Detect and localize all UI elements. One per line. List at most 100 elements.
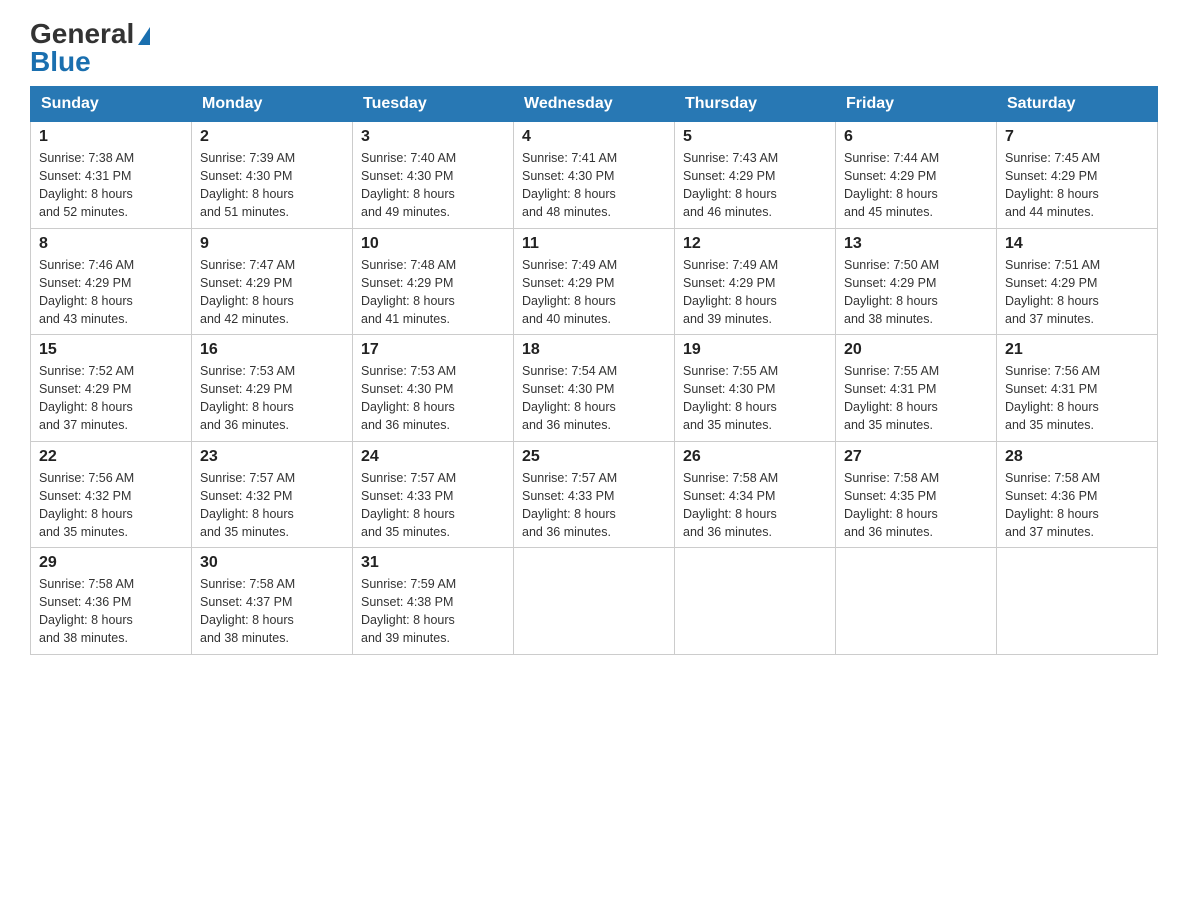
calendar-cell [997,548,1158,655]
day-number: 20 [844,341,988,359]
calendar-cell: 21 Sunrise: 7:56 AMSunset: 4:31 PMDaylig… [997,335,1158,442]
day-number: 12 [683,235,827,253]
calendar-cell: 2 Sunrise: 7:39 AMSunset: 4:30 PMDayligh… [192,122,353,229]
day-info: Sunrise: 7:56 AMSunset: 4:32 PMDaylight:… [39,471,134,539]
day-number: 8 [39,235,183,253]
calendar-cell: 20 Sunrise: 7:55 AMSunset: 4:31 PMDaylig… [836,335,997,442]
weekday-header-saturday: Saturday [997,87,1158,122]
calendar-cell: 3 Sunrise: 7:40 AMSunset: 4:30 PMDayligh… [353,122,514,229]
day-number: 10 [361,235,505,253]
day-number: 13 [844,235,988,253]
calendar-cell: 13 Sunrise: 7:50 AMSunset: 4:29 PMDaylig… [836,228,997,335]
calendar-cell: 31 Sunrise: 7:59 AMSunset: 4:38 PMDaylig… [353,548,514,655]
logo-blue-text: Blue [30,48,91,76]
calendar-cell: 16 Sunrise: 7:53 AMSunset: 4:29 PMDaylig… [192,335,353,442]
day-info: Sunrise: 7:57 AMSunset: 4:32 PMDaylight:… [200,471,295,539]
calendar-cell: 26 Sunrise: 7:58 AMSunset: 4:34 PMDaylig… [675,441,836,548]
day-number: 3 [361,128,505,146]
week-row-4: 22 Sunrise: 7:56 AMSunset: 4:32 PMDaylig… [31,441,1158,548]
day-info: Sunrise: 7:55 AMSunset: 4:30 PMDaylight:… [683,364,778,432]
week-row-5: 29 Sunrise: 7:58 AMSunset: 4:36 PMDaylig… [31,548,1158,655]
day-info: Sunrise: 7:50 AMSunset: 4:29 PMDaylight:… [844,258,939,326]
calendar-cell [514,548,675,655]
day-number: 26 [683,448,827,466]
day-info: Sunrise: 7:51 AMSunset: 4:29 PMDaylight:… [1005,258,1100,326]
day-info: Sunrise: 7:58 AMSunset: 4:34 PMDaylight:… [683,471,778,539]
day-number: 9 [200,235,344,253]
calendar-cell: 4 Sunrise: 7:41 AMSunset: 4:30 PMDayligh… [514,122,675,229]
day-number: 11 [522,235,666,253]
day-info: Sunrise: 7:52 AMSunset: 4:29 PMDaylight:… [39,364,134,432]
day-number: 2 [200,128,344,146]
page-header: General Blue [30,20,1158,76]
calendar-cell: 5 Sunrise: 7:43 AMSunset: 4:29 PMDayligh… [675,122,836,229]
day-info: Sunrise: 7:48 AMSunset: 4:29 PMDaylight:… [361,258,456,326]
day-info: Sunrise: 7:53 AMSunset: 4:29 PMDaylight:… [200,364,295,432]
calendar-cell: 23 Sunrise: 7:57 AMSunset: 4:32 PMDaylig… [192,441,353,548]
calendar-cell: 1 Sunrise: 7:38 AMSunset: 4:31 PMDayligh… [31,122,192,229]
day-number: 28 [1005,448,1149,466]
day-number: 24 [361,448,505,466]
day-number: 5 [683,128,827,146]
calendar-cell: 25 Sunrise: 7:57 AMSunset: 4:33 PMDaylig… [514,441,675,548]
day-info: Sunrise: 7:54 AMSunset: 4:30 PMDaylight:… [522,364,617,432]
day-info: Sunrise: 7:59 AMSunset: 4:38 PMDaylight:… [361,577,456,645]
calendar-cell: 6 Sunrise: 7:44 AMSunset: 4:29 PMDayligh… [836,122,997,229]
day-info: Sunrise: 7:47 AMSunset: 4:29 PMDaylight:… [200,258,295,326]
day-info: Sunrise: 7:57 AMSunset: 4:33 PMDaylight:… [522,471,617,539]
day-number: 21 [1005,341,1149,359]
calendar-cell: 12 Sunrise: 7:49 AMSunset: 4:29 PMDaylig… [675,228,836,335]
calendar-cell: 19 Sunrise: 7:55 AMSunset: 4:30 PMDaylig… [675,335,836,442]
calendar-cell: 9 Sunrise: 7:47 AMSunset: 4:29 PMDayligh… [192,228,353,335]
day-number: 31 [361,554,505,572]
day-info: Sunrise: 7:56 AMSunset: 4:31 PMDaylight:… [1005,364,1100,432]
weekday-row: SundayMondayTuesdayWednesdayThursdayFrid… [31,87,1158,122]
calendar-cell: 30 Sunrise: 7:58 AMSunset: 4:37 PMDaylig… [192,548,353,655]
day-info: Sunrise: 7:58 AMSunset: 4:35 PMDaylight:… [844,471,939,539]
calendar-cell: 17 Sunrise: 7:53 AMSunset: 4:30 PMDaylig… [353,335,514,442]
day-info: Sunrise: 7:43 AMSunset: 4:29 PMDaylight:… [683,151,778,219]
calendar-header: SundayMondayTuesdayWednesdayThursdayFrid… [31,87,1158,122]
day-info: Sunrise: 7:49 AMSunset: 4:29 PMDaylight:… [522,258,617,326]
day-info: Sunrise: 7:46 AMSunset: 4:29 PMDaylight:… [39,258,134,326]
day-number: 18 [522,341,666,359]
day-info: Sunrise: 7:58 AMSunset: 4:37 PMDaylight:… [200,577,295,645]
week-row-1: 1 Sunrise: 7:38 AMSunset: 4:31 PMDayligh… [31,122,1158,229]
logo-triangle-icon [138,27,150,45]
day-info: Sunrise: 7:44 AMSunset: 4:29 PMDaylight:… [844,151,939,219]
calendar-body: 1 Sunrise: 7:38 AMSunset: 4:31 PMDayligh… [31,122,1158,655]
day-number: 4 [522,128,666,146]
day-number: 30 [200,554,344,572]
calendar-cell: 15 Sunrise: 7:52 AMSunset: 4:29 PMDaylig… [31,335,192,442]
calendar-cell: 22 Sunrise: 7:56 AMSunset: 4:32 PMDaylig… [31,441,192,548]
day-info: Sunrise: 7:38 AMSunset: 4:31 PMDaylight:… [39,151,134,219]
day-number: 29 [39,554,183,572]
logo-general-text: General [30,20,150,48]
day-info: Sunrise: 7:49 AMSunset: 4:29 PMDaylight:… [683,258,778,326]
day-number: 27 [844,448,988,466]
calendar-cell: 18 Sunrise: 7:54 AMSunset: 4:30 PMDaylig… [514,335,675,442]
week-row-2: 8 Sunrise: 7:46 AMSunset: 4:29 PMDayligh… [31,228,1158,335]
calendar-cell: 8 Sunrise: 7:46 AMSunset: 4:29 PMDayligh… [31,228,192,335]
calendar-cell: 24 Sunrise: 7:57 AMSunset: 4:33 PMDaylig… [353,441,514,548]
day-number: 7 [1005,128,1149,146]
calendar-cell: 27 Sunrise: 7:58 AMSunset: 4:35 PMDaylig… [836,441,997,548]
day-number: 14 [1005,235,1149,253]
week-row-3: 15 Sunrise: 7:52 AMSunset: 4:29 PMDaylig… [31,335,1158,442]
weekday-header-wednesday: Wednesday [514,87,675,122]
day-number: 19 [683,341,827,359]
day-info: Sunrise: 7:55 AMSunset: 4:31 PMDaylight:… [844,364,939,432]
day-number: 23 [200,448,344,466]
calendar-cell: 10 Sunrise: 7:48 AMSunset: 4:29 PMDaylig… [353,228,514,335]
calendar-cell: 28 Sunrise: 7:58 AMSunset: 4:36 PMDaylig… [997,441,1158,548]
day-info: Sunrise: 7:40 AMSunset: 4:30 PMDaylight:… [361,151,456,219]
day-number: 25 [522,448,666,466]
day-info: Sunrise: 7:58 AMSunset: 4:36 PMDaylight:… [39,577,134,645]
calendar-cell: 14 Sunrise: 7:51 AMSunset: 4:29 PMDaylig… [997,228,1158,335]
logo: General Blue [30,20,150,76]
weekday-header-monday: Monday [192,87,353,122]
day-number: 16 [200,341,344,359]
day-number: 15 [39,341,183,359]
calendar-cell: 29 Sunrise: 7:58 AMSunset: 4:36 PMDaylig… [31,548,192,655]
day-info: Sunrise: 7:45 AMSunset: 4:29 PMDaylight:… [1005,151,1100,219]
